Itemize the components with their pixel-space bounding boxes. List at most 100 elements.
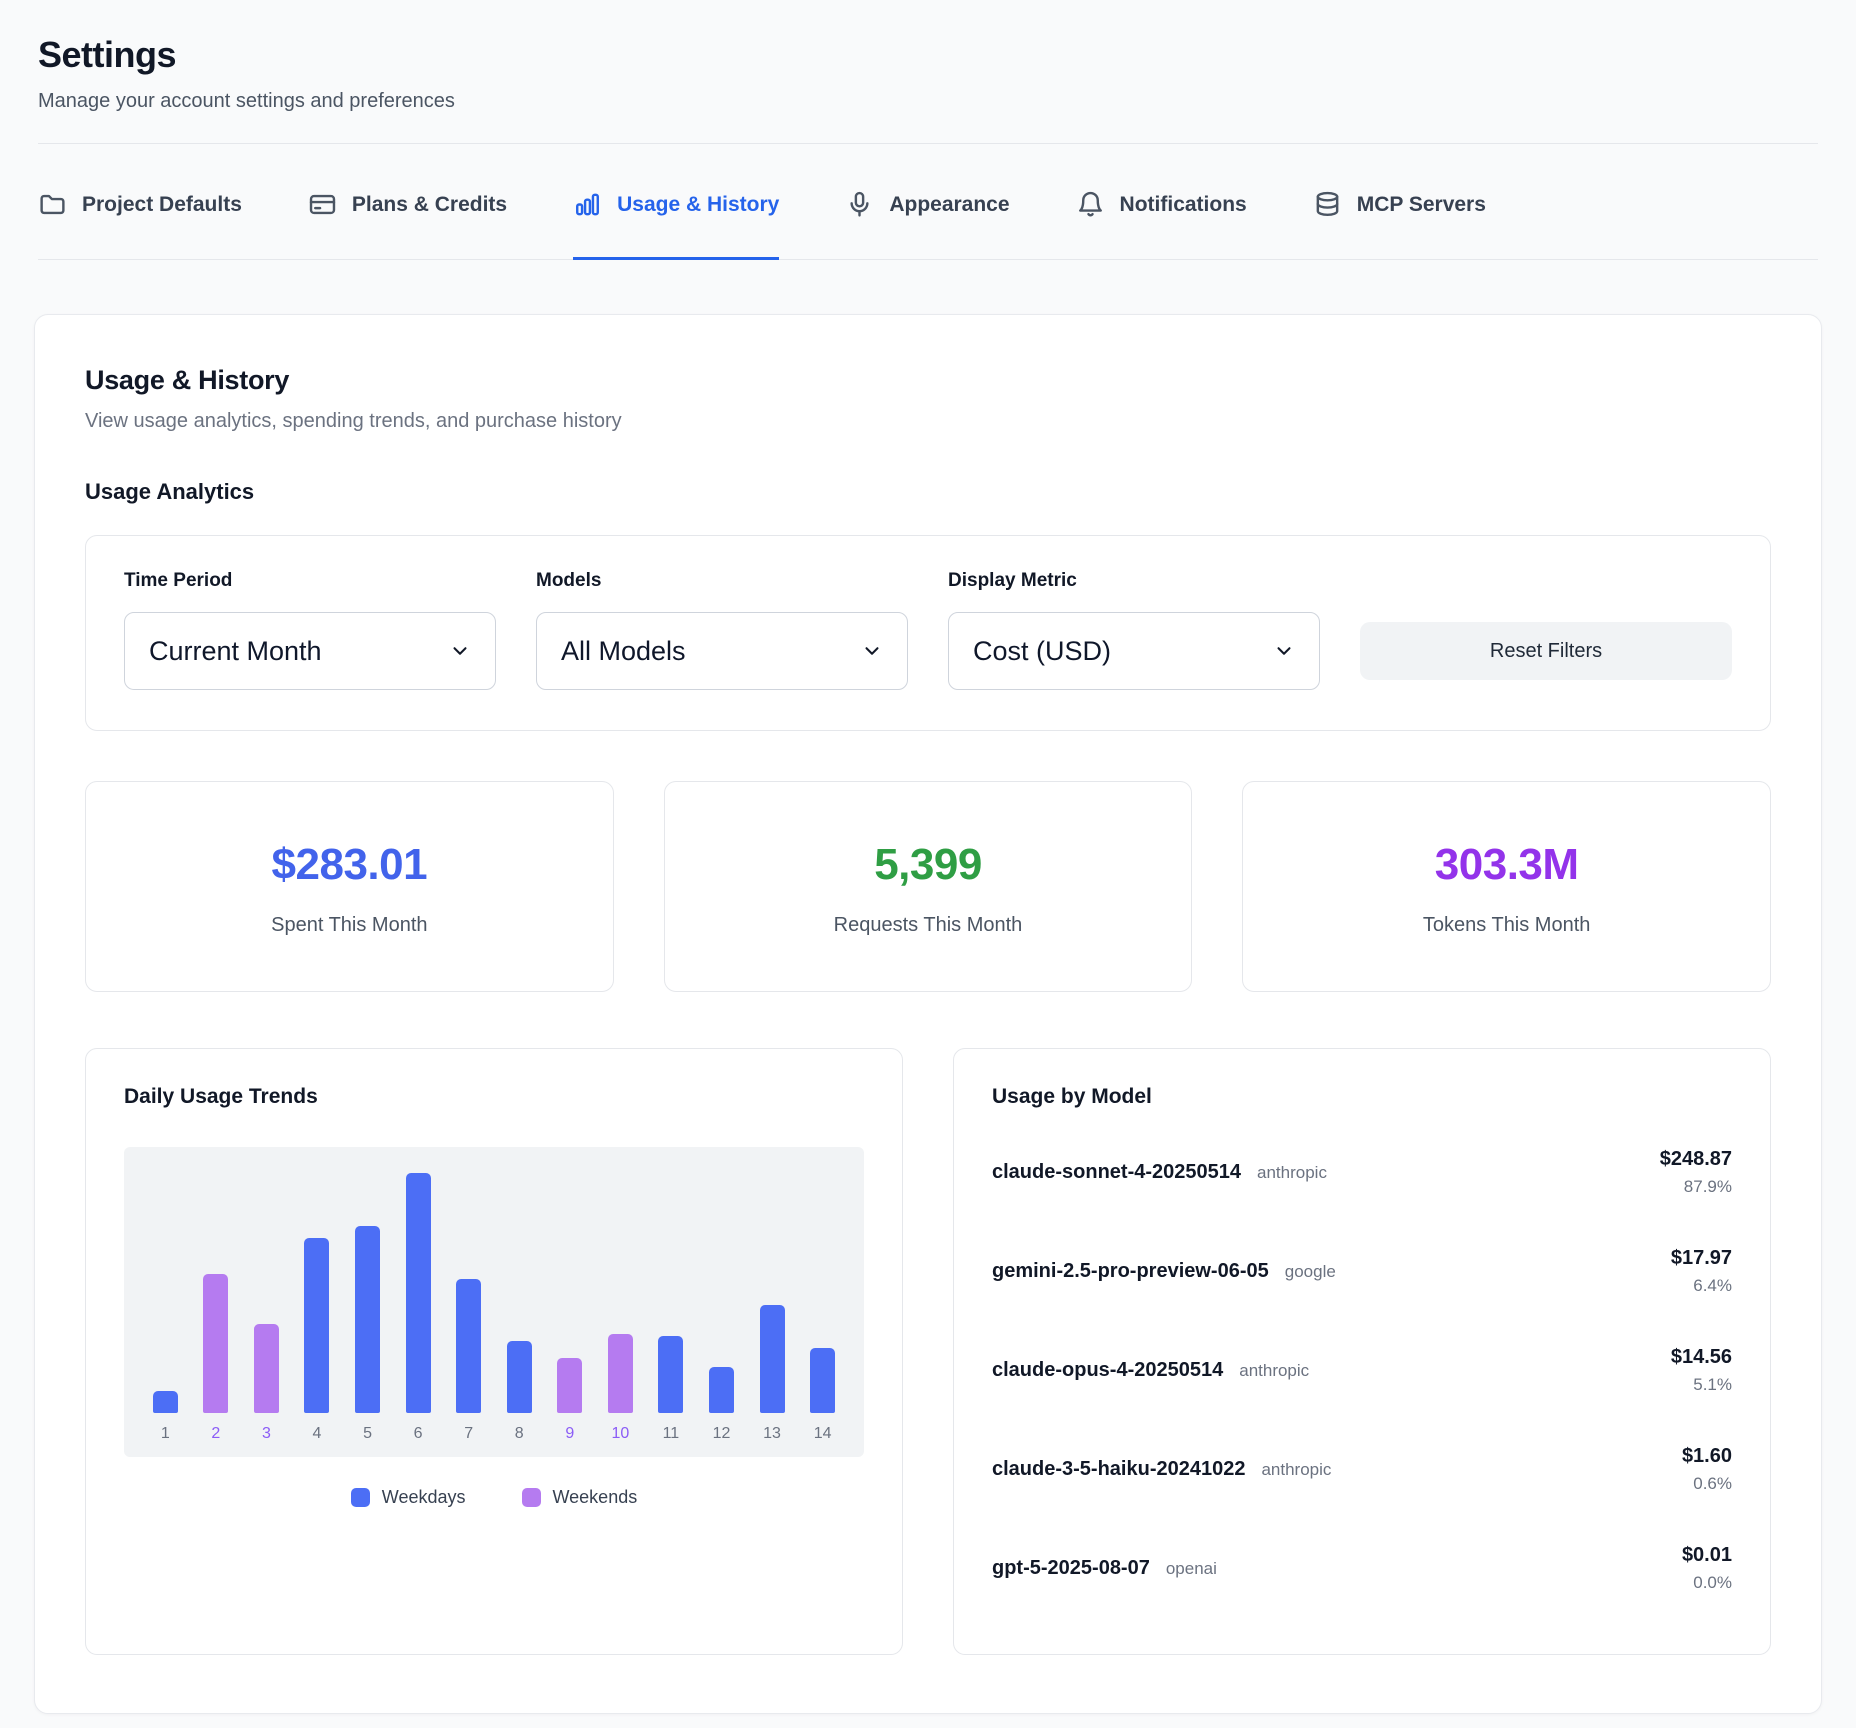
model-cost: $0.01 <box>1682 1544 1732 1567</box>
chart-bar <box>810 1348 835 1413</box>
stat-value-tokens: 303.3M <box>1253 840 1760 890</box>
daily-usage-trends-title: Daily Usage Trends <box>124 1085 864 1109</box>
x-axis-label: 13 <box>749 1425 795 1443</box>
tab-label: Project Defaults <box>82 193 242 217</box>
model-name: claude-opus-4-20250514 <box>992 1359 1223 1382</box>
tab-appearance[interactable]: Appearance <box>845 190 1009 260</box>
chart-bar <box>254 1324 279 1413</box>
chart-column: 2 <box>193 1173 239 1443</box>
chart-bar <box>406 1173 431 1413</box>
legend-item-weekends: Weekends <box>522 1487 638 1508</box>
x-axis-label: 6 <box>395 1425 441 1443</box>
stats-row: $283.01 Spent This Month 5,399 Requests … <box>85 781 1771 992</box>
tab-project-defaults[interactable]: Project Defaults <box>38 190 242 260</box>
chart-bar <box>709 1367 734 1413</box>
model-cost: $17.97 <box>1671 1247 1732 1270</box>
bell-icon <box>1076 190 1105 219</box>
x-axis-label: 10 <box>597 1425 643 1443</box>
chart-column: 14 <box>800 1173 846 1443</box>
filters-panel: Time Period Current Month Models All Mod… <box>85 535 1771 731</box>
model-name: gemini-2.5-pro-preview-06-05 <box>992 1260 1269 1283</box>
tab-notifications[interactable]: Notifications <box>1076 190 1247 260</box>
daily-usage-trends-panel: Daily Usage Trends 1234567891011121314 W… <box>85 1048 903 1655</box>
chart-bar <box>658 1336 683 1413</box>
model-name: claude-3-5-haiku-20241022 <box>992 1458 1245 1481</box>
model-cost: $1.60 <box>1682 1445 1732 1468</box>
model-cost: $14.56 <box>1671 1346 1732 1369</box>
page-subtitle: Manage your account settings and prefere… <box>38 90 1818 113</box>
model-provider: anthropic <box>1261 1460 1331 1480</box>
chart-plot: 1234567891011121314 <box>140 1173 848 1443</box>
model-row: gemini-2.5-pro-preview-06-05 google $17.… <box>992 1222 1732 1321</box>
chart-column: 3 <box>243 1173 289 1443</box>
x-axis-label: 8 <box>496 1425 542 1443</box>
time-period-select[interactable]: Current Month <box>124 612 496 690</box>
chart-bar <box>507 1341 532 1413</box>
x-axis-label: 3 <box>243 1425 289 1443</box>
tab-label: Plans & Credits <box>352 193 507 217</box>
model-provider: anthropic <box>1257 1163 1327 1183</box>
display-metric-label: Display Metric <box>948 570 1320 592</box>
chart-column: 12 <box>698 1173 744 1443</box>
usage-by-model-panel: Usage by Model claude-sonnet-4-20250514 … <box>953 1048 1771 1655</box>
display-metric-filter: Display Metric Cost (USD) <box>948 570 1320 690</box>
model-percent: 5.1% <box>1671 1375 1732 1395</box>
server-stack-icon <box>1313 190 1342 219</box>
model-provider: openai <box>1166 1559 1217 1579</box>
stat-card-requests: 5,399 Requests This Month <box>664 781 1193 992</box>
x-axis-label: 12 <box>698 1425 744 1443</box>
model-percent: 6.4% <box>1671 1276 1732 1296</box>
usage-analytics-heading: Usage Analytics <box>85 479 1771 505</box>
model-name: claude-sonnet-4-20250514 <box>992 1161 1241 1184</box>
models-value: All Models <box>561 636 686 667</box>
credit-card-icon <box>308 190 337 219</box>
x-axis-label: 1 <box>142 1425 188 1443</box>
tab-mcp-servers[interactable]: MCP Servers <box>1313 190 1486 260</box>
panels-row: Daily Usage Trends 1234567891011121314 W… <box>85 1048 1771 1655</box>
chart-bar <box>608 1334 633 1413</box>
weekends-swatch <box>522 1488 541 1507</box>
display-metric-value: Cost (USD) <box>973 636 1111 667</box>
chart-column: 1 <box>142 1173 188 1443</box>
x-axis-label: 7 <box>446 1425 492 1443</box>
tab-label: Appearance <box>889 193 1009 217</box>
chart-bar <box>355 1226 380 1413</box>
tab-plans-credits[interactable]: Plans & Credits <box>308 190 507 260</box>
reset-filters-button[interactable]: Reset Filters <box>1360 622 1732 680</box>
tab-label: Notifications <box>1120 193 1247 217</box>
tab-label: Usage & History <box>617 193 779 217</box>
stat-card-spent: $283.01 Spent This Month <box>85 781 614 992</box>
legend-item-weekdays: Weekdays <box>351 1487 466 1508</box>
model-provider: google <box>1285 1262 1336 1282</box>
model-percent: 0.6% <box>1682 1474 1732 1494</box>
tab-usage-history[interactable]: Usage & History <box>573 190 779 260</box>
tab-bar: Project Defaults Plans & Credits Usage &… <box>38 144 1818 260</box>
folder-icon <box>38 190 67 219</box>
model-row: claude-3-5-haiku-20241022 anthropic $1.6… <box>992 1420 1732 1519</box>
model-name: gpt-5-2025-08-07 <box>992 1557 1150 1580</box>
x-axis-label: 9 <box>547 1425 593 1443</box>
display-metric-select[interactable]: Cost (USD) <box>948 612 1320 690</box>
usage-by-model-title: Usage by Model <box>992 1085 1732 1109</box>
daily-usage-chart: 1234567891011121314 <box>124 1147 864 1457</box>
section-subtitle: View usage analytics, spending trends, a… <box>85 410 1771 433</box>
x-axis-label: 11 <box>648 1425 694 1443</box>
x-axis-label: 4 <box>294 1425 340 1443</box>
usage-history-panel: Usage & History View usage analytics, sp… <box>34 314 1822 1714</box>
page-header: Settings Manage your account settings an… <box>0 0 1856 113</box>
models-select[interactable]: All Models <box>536 612 908 690</box>
chart-column: 10 <box>597 1173 643 1443</box>
chart-bar <box>304 1238 329 1413</box>
stat-value-requests: 5,399 <box>675 840 1182 890</box>
legend-label: Weekends <box>553 1487 638 1508</box>
page-title: Settings <box>38 34 1818 76</box>
model-cost: $248.87 <box>1660 1148 1732 1171</box>
models-filter: Models All Models <box>536 570 908 690</box>
chart-legend: Weekdays Weekends <box>124 1487 864 1508</box>
x-axis-label: 2 <box>193 1425 239 1443</box>
x-axis-label: 5 <box>345 1425 391 1443</box>
chevron-down-icon <box>1273 640 1295 662</box>
reset-filters-wrap: Reset Filters <box>1360 622 1732 690</box>
chart-bar <box>153 1391 178 1413</box>
chart-column: 9 <box>547 1173 593 1443</box>
